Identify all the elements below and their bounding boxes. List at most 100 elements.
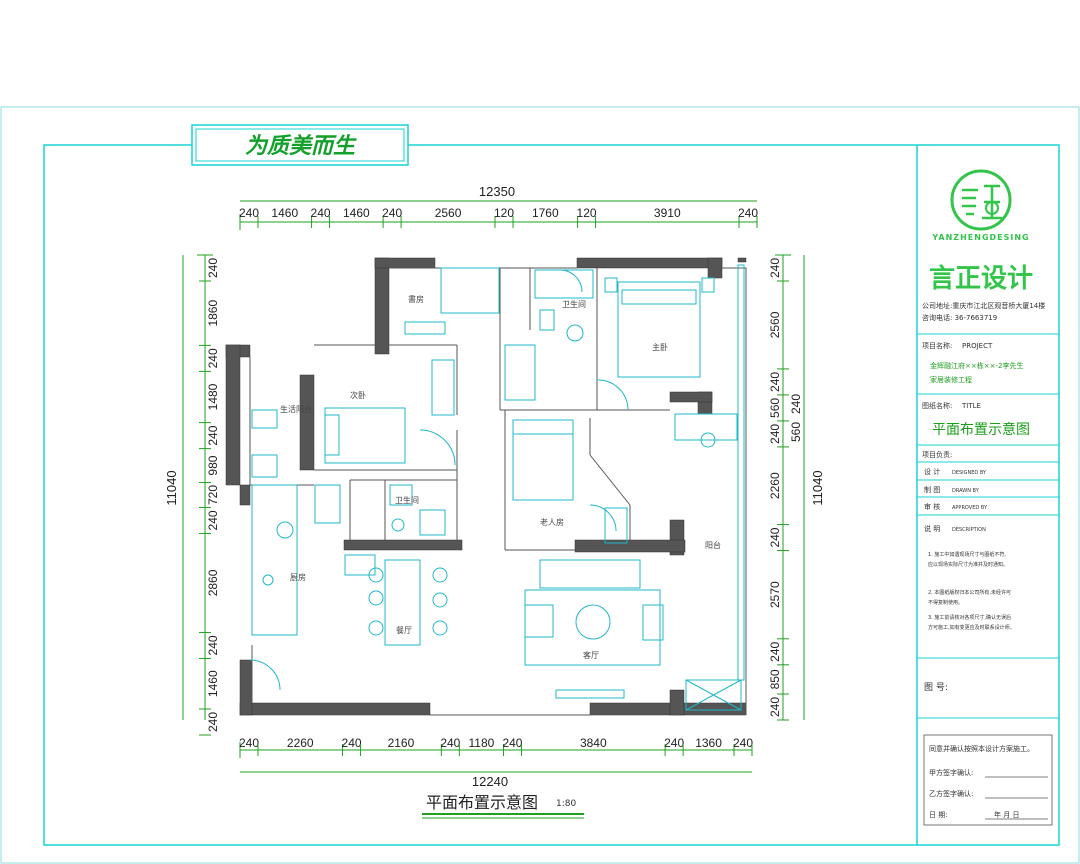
dimension-label: 240 bbox=[206, 712, 220, 732]
room-label-toilet: 卫生间 bbox=[395, 495, 419, 505]
plan-scale: 1:80 bbox=[556, 799, 576, 809]
company-phone: 咨询电话: 36-7663719 bbox=[922, 313, 997, 322]
dimension-label: 240 bbox=[768, 641, 782, 661]
dimension-label: 3910 bbox=[654, 206, 681, 220]
confirm-text: 同意并确认按照本设计方案施工。 bbox=[929, 744, 1034, 753]
note-line: 1. 施工中如遇现场尺寸与图纸不符, bbox=[928, 551, 1006, 558]
project-line2: 家居装修工程 bbox=[930, 375, 972, 384]
dimension-label: 240 bbox=[206, 425, 220, 445]
title-block: YANZHENGDESING 言正设计 公司地址:重庆市江北区观音桥大厦14楼 … bbox=[917, 169, 1059, 826]
dimension-label: 2160 bbox=[388, 736, 415, 750]
review-label: 审 核 bbox=[924, 502, 940, 511]
notes-en: DESCRIPTION bbox=[952, 527, 986, 533]
dimension-label: 240 bbox=[502, 736, 522, 750]
brand-cn: 言正设计 bbox=[929, 264, 1033, 294]
dimension-left: 11040 240 1860 240 1480 240 980 720 240 2860 240 1… bbox=[164, 254, 220, 736]
drawing-name: 平面布置示意图 bbox=[932, 421, 1030, 438]
dim-top-total: 12350 bbox=[479, 184, 515, 199]
dim-right-total: 11040 bbox=[810, 470, 825, 505]
note-line: 方可施工,如有变更应及时联系设计师。 bbox=[928, 624, 1015, 631]
dimension-label: 240 bbox=[738, 206, 758, 220]
dimension-label: 240 bbox=[768, 258, 782, 278]
dimension-label: 2860 bbox=[206, 569, 220, 596]
project-line1: 金辉融江府××栋××-2李先生 bbox=[930, 361, 1023, 370]
party-b-label: 乙方签字确认: bbox=[929, 789, 973, 798]
dimension-label: 240 bbox=[664, 736, 684, 750]
room-label-master: 主卧 bbox=[652, 342, 668, 352]
dimension-label: 1180 bbox=[469, 736, 495, 750]
dimension-label: 720 bbox=[206, 485, 220, 505]
date-label: 日 期: bbox=[929, 811, 948, 819]
dim-left-total: 11040 bbox=[164, 470, 179, 505]
dimension-label: 240 bbox=[382, 206, 402, 220]
room-label-balcony1: 生活阳台 bbox=[280, 404, 312, 414]
dimension-label: 2260 bbox=[768, 472, 782, 499]
drawing-frame bbox=[43, 144, 1060, 846]
dimension-label: 240 bbox=[768, 424, 782, 444]
dimension-label: 240 bbox=[311, 206, 331, 220]
furniture bbox=[249, 264, 745, 711]
dimension-label: 240 bbox=[733, 736, 753, 750]
dimension-label: 1760 bbox=[532, 206, 559, 220]
slogan-text: 为质美而生 bbox=[245, 133, 357, 159]
project-label: 项目名称: bbox=[922, 341, 952, 350]
design-en: DESIGNED BY bbox=[952, 470, 987, 476]
plan-title-group: 平面布置示意图 1:80 bbox=[422, 793, 584, 819]
dimension-label: 1460 bbox=[206, 670, 220, 697]
drawing-label-en: TITLE bbox=[961, 402, 981, 410]
dimension-label: 1460 bbox=[271, 206, 298, 220]
dimension-label: 2260 bbox=[287, 736, 314, 750]
dimension-label: 240 bbox=[789, 394, 803, 414]
project-label-en: PROJECT bbox=[962, 342, 993, 350]
dimension-label: 120 bbox=[494, 206, 514, 220]
dimension-label: 240 bbox=[342, 736, 362, 750]
note-line: 不得复制使用。 bbox=[928, 599, 963, 606]
review-en: APPROVED BY bbox=[952, 505, 988, 511]
note-line: 2. 本图纸版权归本公司所有,未经许可 bbox=[928, 589, 1011, 596]
slogan-box: 为质美而生 bbox=[191, 124, 409, 166]
dimension-label: 2560 bbox=[768, 311, 782, 338]
note-line: 3. 施工前请核对各项尺寸,确认无误后 bbox=[928, 614, 1011, 621]
room-label-dining: 餐厅 bbox=[396, 626, 412, 635]
brand-en: YANZHENGDESING bbox=[931, 233, 1029, 242]
drawing-no-label: 图 号: bbox=[924, 682, 948, 693]
dimension-label: 240 bbox=[440, 736, 460, 750]
interior-lines bbox=[249, 267, 747, 716]
dimension-label: 240 bbox=[768, 527, 782, 547]
walls bbox=[225, 257, 747, 716]
floor-plan-sheet: 为质美而生 12350 240 1460 240 1460 240 2560 120 1760… bbox=[0, 106, 1080, 864]
dimension-label: 2560 bbox=[435, 206, 462, 220]
notes-label: 说 明 bbox=[924, 524, 940, 533]
notes-list: 1. 施工中如遇现场尺寸与图纸不符, 应以现场实际尺寸为准并及时通知。 2. 本… bbox=[928, 551, 1015, 631]
dimension-label: 1460 bbox=[343, 206, 370, 220]
room-label-second: 次卧 bbox=[350, 390, 366, 400]
dimension-label: 850 bbox=[768, 669, 782, 689]
dimension-label: 240 bbox=[768, 697, 782, 717]
note-line: 应以现场实际尺寸为准并及时通知。 bbox=[928, 561, 1008, 568]
dimension-label: 980 bbox=[206, 455, 220, 475]
design-label: 设 计 bbox=[924, 467, 940, 476]
dimension-label: 240 bbox=[239, 206, 259, 220]
room-label-balcony2: 阳台 bbox=[705, 540, 721, 550]
company-address: 公司地址:重庆市江北区观音桥大厦14楼 bbox=[922, 301, 1045, 310]
dimension-label: 1360 bbox=[695, 736, 722, 750]
dimension-top: 12350 240 1460 240 1460 240 2560 120 1760 120 391… bbox=[239, 184, 758, 230]
room-label-bath1: 卫生间 bbox=[562, 299, 586, 309]
dimension-label: 1860 bbox=[206, 300, 220, 327]
party-a-label: 甲方签字确认: bbox=[929, 768, 973, 777]
date-units: 年 月 日 bbox=[994, 810, 1019, 819]
dimension-label: 240 bbox=[206, 258, 220, 278]
plan-title: 平面布置示意图 bbox=[426, 793, 538, 812]
room-label-living: 客厅 bbox=[583, 650, 599, 660]
dimension-label: 240 bbox=[239, 736, 259, 750]
room-label-study: 書房 bbox=[408, 294, 424, 304]
dimension-bottom: 12240 240 2260 240 2160 240 1180 240 3840 240 136… bbox=[239, 736, 753, 789]
drawing-label: 图纸名称: bbox=[922, 401, 952, 410]
dimension-label: 1480 bbox=[206, 383, 220, 410]
draw-label: 制 图 bbox=[924, 485, 940, 494]
dimension-label: 240 bbox=[206, 510, 220, 530]
dimension-label: 120 bbox=[577, 206, 597, 220]
brand-logo: YANZHENGDESING 言正设计 bbox=[929, 169, 1033, 294]
dimension-label: 240 bbox=[206, 348, 220, 368]
dim-bottom-total: 12240 bbox=[472, 774, 508, 789]
